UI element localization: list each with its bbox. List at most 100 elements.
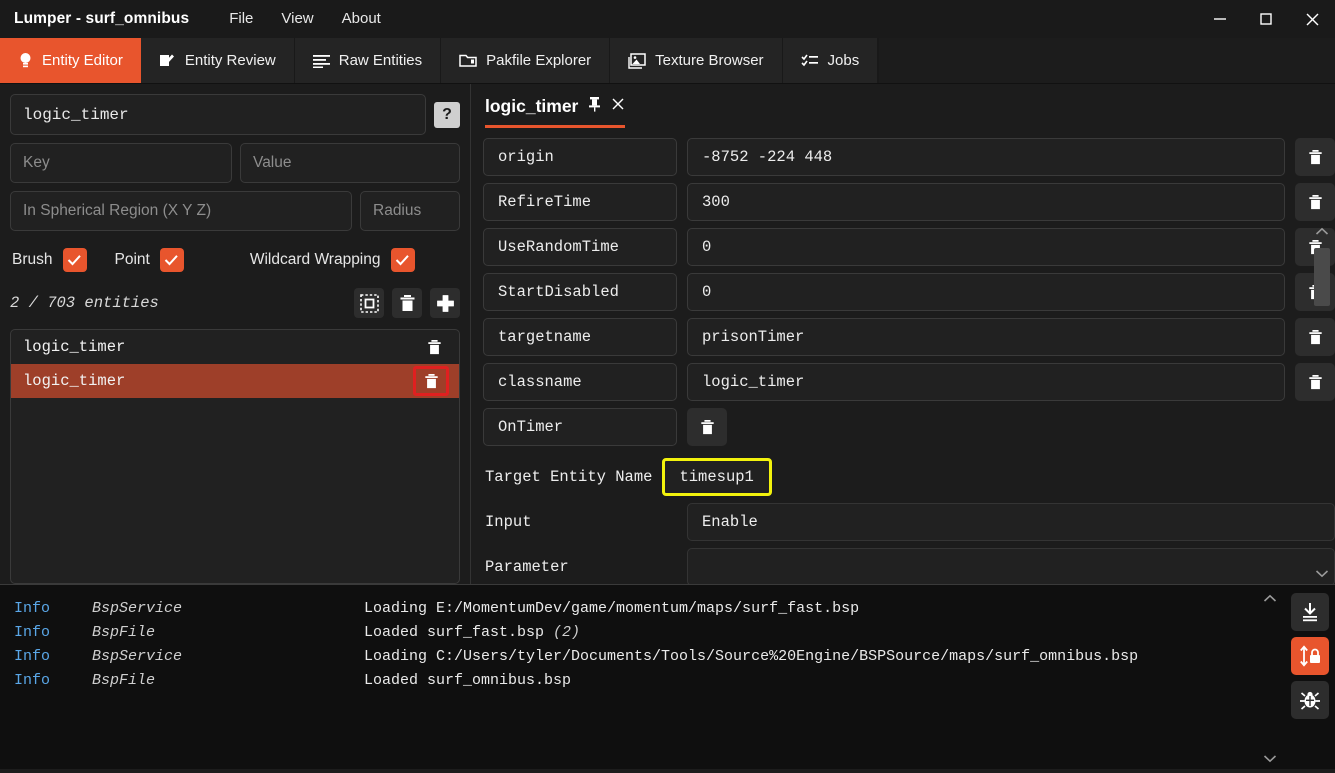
brush-label: Brush <box>12 251 53 269</box>
list-item[interactable]: logic_timer <box>11 330 459 364</box>
tab-pakfile-explorer[interactable]: Pakfile Explorer <box>441 38 610 83</box>
chevron-up-icon[interactable] <box>1257 587 1283 609</box>
menu-view[interactable]: View <box>267 0 327 38</box>
download-line-icon[interactable] <box>1291 593 1329 631</box>
output-field-row: Input Enable <box>483 503 1335 541</box>
property-key[interactable]: RefireTime <box>483 183 677 221</box>
tab-entity-review[interactable]: Entity Review <box>141 38 295 83</box>
tab-texture-browser[interactable]: Texture Browser <box>610 38 782 83</box>
list-item-selected[interactable]: logic_timer <box>11 364 459 398</box>
input-value-input[interactable]: Enable <box>687 503 1335 541</box>
property-key[interactable]: StartDisabled <box>483 273 677 311</box>
plus-icon[interactable] <box>430 288 460 318</box>
delete-output-button[interactable] <box>687 408 727 446</box>
property-key[interactable]: targetname <box>483 318 677 356</box>
select-all-icon[interactable] <box>354 288 384 318</box>
log-source: BspFile <box>92 621 364 645</box>
property-value[interactable]: 300 <box>687 183 1285 221</box>
pin-icon[interactable] <box>588 96 601 117</box>
entity-name: logic_timer <box>23 338 125 356</box>
scrollbar-thumb[interactable] <box>1314 248 1330 306</box>
log-message-suffix: (2) <box>553 624 580 641</box>
chevron-up-icon[interactable] <box>1309 220 1335 242</box>
tab-label: Entity Editor <box>42 52 123 69</box>
log-line: Info BspFile Loaded surf_omnibus.bsp <box>14 669 1257 693</box>
scrollbar-track[interactable] <box>1314 242 1330 562</box>
property-value[interactable]: -8752 -224 448 <box>687 138 1285 176</box>
parameter-value-input[interactable] <box>687 548 1335 584</box>
bottom-spacer <box>0 769 1335 773</box>
entity-tab-label: logic_timer <box>485 96 578 117</box>
maximize-button[interactable] <box>1243 0 1289 38</box>
menu-file[interactable]: File <box>215 0 267 38</box>
entity-tab-header: logic_timer <box>471 84 1335 128</box>
log-line: Info BspService Loading E:/MomentumDev/g… <box>14 597 1257 621</box>
log-console: Info BspService Loading E:/MomentumDev/g… <box>0 584 1335 769</box>
scrollbar-track[interactable] <box>1262 609 1278 747</box>
help-button[interactable]: ? <box>434 102 460 128</box>
target-entity-name-label: Target Entity Name <box>483 458 652 496</box>
delete-property-button[interactable] <box>1295 138 1335 176</box>
radius-input[interactable]: Radius <box>360 191 460 231</box>
delete-property-button[interactable] <box>1295 183 1335 221</box>
window-controls <box>1197 0 1335 38</box>
property-value[interactable]: logic_timer <box>687 363 1285 401</box>
property-key[interactable]: origin <box>483 138 677 176</box>
scroll-lock-icon[interactable] <box>1291 637 1329 675</box>
log-source: BspService <box>92 645 364 669</box>
log-line: Info BspService Loading C:/Users/tyler/D… <box>14 645 1257 669</box>
main-tab-strip: Entity Editor Entity Review Raw Entities… <box>0 38 1335 84</box>
close-button[interactable] <box>1289 0 1335 38</box>
property-value[interactable]: 0 <box>687 228 1285 266</box>
folder-zip-icon <box>459 53 477 68</box>
entity-search-panel: logic_timer ? Key Value In Spherical Reg… <box>0 84 470 584</box>
property-value[interactable]: prisonTimer <box>687 318 1285 356</box>
spherical-region-input[interactable]: In Spherical Region (X Y Z) <box>10 191 352 231</box>
entity-count-label: 2 / 703 entities <box>10 294 159 312</box>
bug-icon[interactable] <box>1291 681 1329 719</box>
tab-entity-editor[interactable]: Entity Editor <box>0 38 141 83</box>
properties-scrollbar[interactable] <box>1309 220 1335 584</box>
region-filter-row: In Spherical Region (X Y Z) Radius <box>10 191 460 231</box>
output-name[interactable]: OnTimer <box>483 408 677 446</box>
trash-icon[interactable] <box>392 288 422 318</box>
brush-checkbox[interactable] <box>63 248 87 272</box>
entity-count-row: 2 / 703 entities <box>10 287 460 319</box>
tab-jobs[interactable]: Jobs <box>783 38 879 83</box>
wildcard-wrapping-checkbox[interactable] <box>391 248 415 272</box>
property-key[interactable]: classname <box>483 363 677 401</box>
entity-results-list[interactable]: logic_timer logic_timer <box>10 329 460 584</box>
delete-entity-button[interactable] <box>419 334 449 360</box>
entity-name: logic_timer <box>23 372 125 390</box>
tab-label: Raw Entities <box>339 52 422 69</box>
log-line: Info BspFile Loaded surf_fast.bsp (2) <box>14 621 1257 645</box>
target-entity-name-input[interactable]: timesup1 <box>662 458 772 496</box>
classname-input[interactable]: logic_timer <box>10 94 426 135</box>
output-field-row: Target Entity Name timesup1 <box>483 458 1335 496</box>
image-icon <box>628 53 646 69</box>
close-icon[interactable] <box>611 97 625 116</box>
lightbulb-icon <box>18 52 33 69</box>
log-level: Info <box>14 669 92 693</box>
menu-about[interactable]: About <box>328 0 395 38</box>
property-key[interactable]: UseRandomTime <box>483 228 677 266</box>
delete-entity-button[interactable] <box>413 366 449 396</box>
property-value[interactable]: 0 <box>687 273 1285 311</box>
main-body: logic_timer ? Key Value In Spherical Reg… <box>0 84 1335 584</box>
value-input[interactable]: Value <box>240 143 460 183</box>
key-value-list: origin -8752 -224 448 RefireTime 300 Use… <box>471 128 1335 584</box>
minimize-button[interactable] <box>1197 0 1243 38</box>
chevron-down-icon[interactable] <box>1309 562 1335 584</box>
key-input[interactable]: Key <box>10 143 232 183</box>
log-tool-buttons <box>1283 585 1335 769</box>
tab-raw-entities[interactable]: Raw Entities <box>295 38 441 83</box>
chevron-down-icon[interactable] <box>1257 747 1283 769</box>
entity-tab[interactable]: logic_timer <box>485 96 625 128</box>
point-checkbox[interactable] <box>160 248 184 272</box>
log-scrollbar[interactable] <box>1257 585 1283 769</box>
table-row: targetname prisonTimer <box>483 318 1335 356</box>
key-value-filter-row: Key Value <box>10 143 460 183</box>
filter-toggles-row: Brush Point Wildcard Wrapping <box>10 245 460 275</box>
table-row: UseRandomTime 0 <box>483 228 1335 266</box>
title-bar: Lumper - surf_omnibus File View About <box>0 0 1335 38</box>
